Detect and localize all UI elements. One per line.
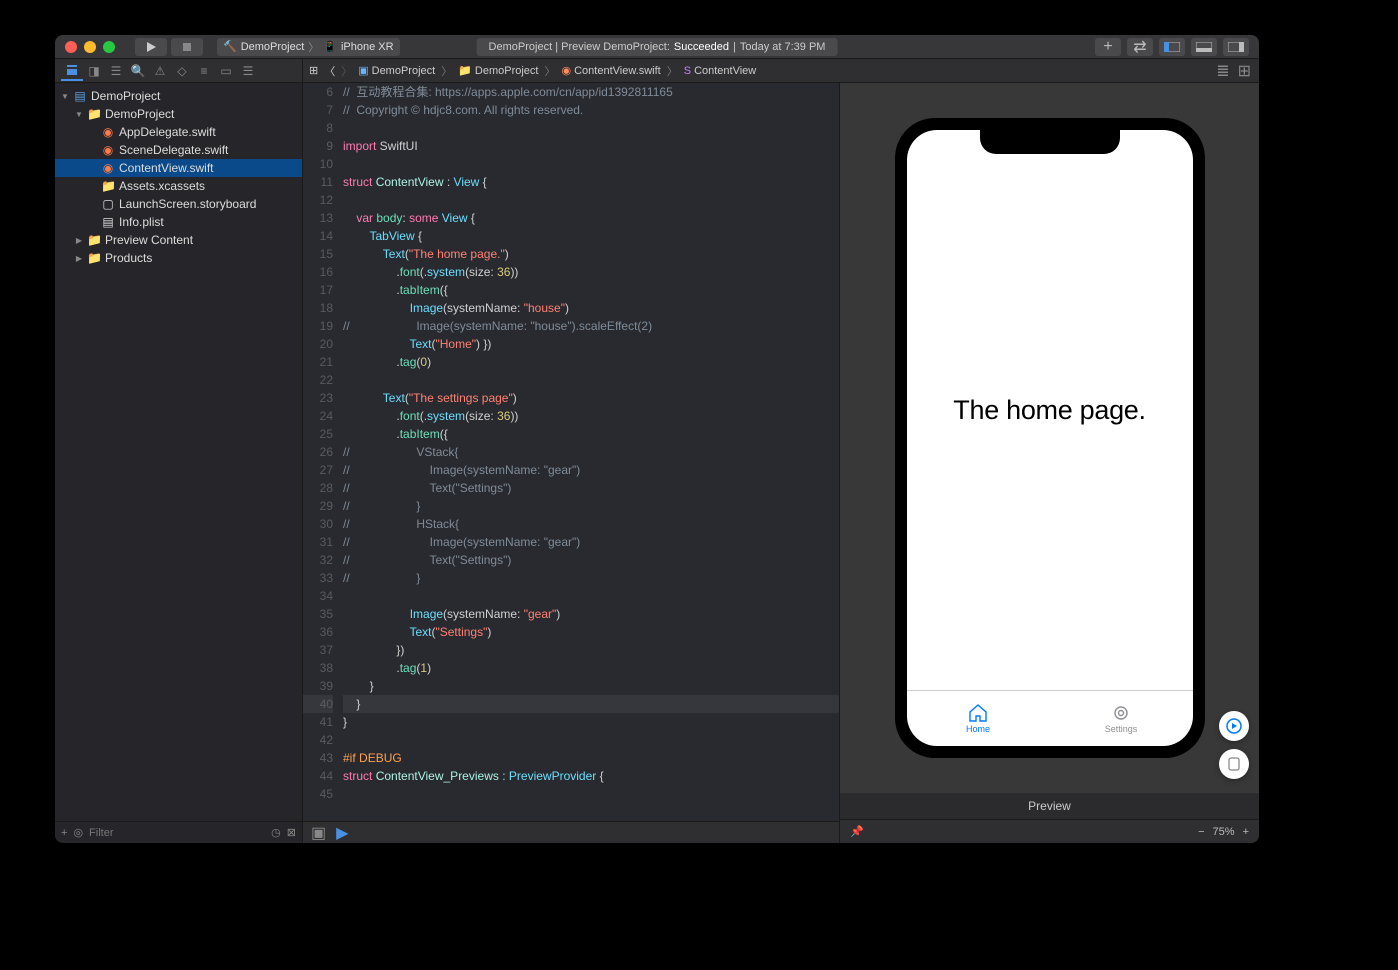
live-preview-button[interactable] <box>1219 711 1249 741</box>
navigator-tabs: ◨ ☰ 🔍 ⚠ ◇ ≡ ▭ ☰ <box>55 59 303 82</box>
status-sep: | <box>733 41 736 53</box>
project-navigator-tab[interactable] <box>61 61 83 81</box>
forward-button[interactable]: 〉 <box>341 63 352 79</box>
tree-item-appdelegate-swift[interactable]: ◉AppDelegate.swift <box>55 123 302 141</box>
plus-button[interactable]: + <box>1095 38 1121 56</box>
toggle-navigator-button[interactable] <box>1159 38 1185 56</box>
gear-icon <box>1112 704 1130 722</box>
activity-viewer[interactable]: DemoProject | Preview DemoProject: Succe… <box>477 38 838 56</box>
window-controls <box>65 41 115 53</box>
house-icon <box>968 704 988 722</box>
preview-label: Preview <box>840 793 1259 819</box>
device-screen: The home page. Home Settings <box>907 130 1193 746</box>
issue-navigator-tab[interactable]: ⚠ <box>149 61 171 81</box>
toggle-inspectors-button[interactable] <box>1223 38 1249 56</box>
close-button[interactable] <box>65 41 77 53</box>
filter-scope-icon[interactable]: ◎ <box>73 826 83 839</box>
titlebar: 🔨 DemoProject 〉 📱 iPhone XR DemoProject … <box>55 35 1259 59</box>
tree-item-scenedelegate-swift[interactable]: ◉SceneDelegate.swift <box>55 141 302 159</box>
xcode-window: 🔨 DemoProject 〉 📱 iPhone XR DemoProject … <box>55 35 1259 843</box>
crumb-3[interactable]: SContentView <box>684 65 757 77</box>
navigator-filter-bar: + ◎ ◷ ⊠ <box>55 821 302 843</box>
code-review-button[interactable]: ⇄ <box>1127 38 1153 56</box>
line-gutter: 6789101112131415161718192021222324252627… <box>303 83 343 821</box>
jump-bar[interactable]: ⊞ 〈 〉 ▣DemoProject 〉 📁DemoProject 〉 ◉Con… <box>303 59 1205 82</box>
debug-navigator-tab[interactable]: ≡ <box>193 61 215 81</box>
tab-settings-label: Settings <box>1105 724 1138 734</box>
filter-input[interactable] <box>89 827 265 839</box>
tree-item-assets-xcassets[interactable]: 📁Assets.xcassets <box>55 177 302 195</box>
scm-filter-icon[interactable]: ⊠ <box>287 826 296 839</box>
project-navigator: ▼▤DemoProject▼📁DemoProject◉AppDelegate.s… <box>55 83 303 843</box>
status-time: Today at 7:39 PM <box>740 41 826 53</box>
code-lines[interactable]: // 互动教程合集: https://apps.apple.com/cn/app… <box>343 83 839 821</box>
toggle-debug-button[interactable] <box>1191 38 1217 56</box>
related-items-icon[interactable]: ⊞ <box>309 64 318 77</box>
toggle-debug-area-icon[interactable]: ▣ <box>311 823 326 843</box>
tab-bar-row: ◨ ☰ 🔍 ⚠ ◇ ≡ ▭ ☰ ⊞ 〈 〉 ▣DemoProject 〉 📁De… <box>55 59 1259 83</box>
crumb-2[interactable]: ◉ContentView.swift <box>561 64 660 77</box>
content-text: The home page. <box>953 395 1145 426</box>
tree-item-demoproject[interactable]: ▼▤DemoProject <box>55 87 302 105</box>
tree-item-info-plist[interactable]: ▤Info.plist <box>55 213 302 231</box>
preview-toolbar: 📌 − 75% + <box>840 819 1259 843</box>
tree-item-preview-content[interactable]: ▶📁Preview Content <box>55 231 302 249</box>
minimize-button[interactable] <box>84 41 96 53</box>
zoom-in-button[interactable]: + <box>1243 826 1249 838</box>
source-editor: 6789101112131415161718192021222324252627… <box>303 83 839 843</box>
tab-bar: Home Settings <box>907 690 1193 746</box>
preview-float-buttons <box>1219 711 1249 779</box>
scheme-device: iPhone XR <box>341 41 394 53</box>
phone-content: The home page. <box>907 130 1193 690</box>
crumb-1[interactable]: 📁DemoProject <box>458 64 538 77</box>
tab-home-label: Home <box>966 724 990 734</box>
breakpoint-toggle-icon[interactable]: ▶ <box>336 823 348 843</box>
source-control-tab[interactable]: ◨ <box>83 61 105 81</box>
stop-button[interactable] <box>171 38 203 56</box>
crumb-0[interactable]: ▣DemoProject <box>358 64 435 77</box>
file-tree[interactable]: ▼▤DemoProject▼📁DemoProject◉AppDelegate.s… <box>55 83 302 821</box>
status-prefix: DemoProject | Preview DemoProject: <box>489 41 670 53</box>
find-navigator-tab[interactable]: 🔍 <box>127 61 149 81</box>
preview-canvas[interactable]: The home page. Home Settings <box>840 83 1259 793</box>
tree-item-contentview-swift[interactable]: ◉ContentView.swift <box>55 159 302 177</box>
fullscreen-button[interactable] <box>103 41 115 53</box>
code-area[interactable]: 6789101112131415161718192021222324252627… <box>303 83 839 821</box>
breakpoint-navigator-tab[interactable]: ▭ <box>215 61 237 81</box>
run-button[interactable] <box>135 38 167 56</box>
add-editor-icon[interactable]: ⊞ <box>1238 61 1251 81</box>
main-body: ▼▤DemoProject▼📁DemoProject◉AppDelegate.s… <box>55 83 1259 843</box>
zoom-out-button[interactable]: − <box>1198 826 1204 838</box>
tree-item-launchscreen-storyboard[interactable]: ▢LaunchScreen.storyboard <box>55 195 302 213</box>
debug-bar: ▣ ▶ <box>303 821 839 843</box>
tab-home[interactable]: Home <box>907 691 1050 746</box>
scheme-app: DemoProject <box>241 41 305 53</box>
pin-preview-icon[interactable]: 📌 <box>850 825 864 838</box>
tab-settings[interactable]: Settings <box>1050 691 1193 746</box>
app-icon: 🔨 <box>223 40 237 53</box>
tree-item-products[interactable]: ▶📁Products <box>55 249 302 267</box>
recent-filter-icon[interactable]: ◷ <box>271 826 281 839</box>
back-button[interactable]: 〈 <box>324 63 335 79</box>
zoom-level: 75% <box>1213 826 1235 838</box>
tree-item-demoproject[interactable]: ▼📁DemoProject <box>55 105 302 123</box>
device-frame: The home page. Home Settings <box>895 118 1205 758</box>
add-target-icon[interactable]: + <box>61 827 67 839</box>
scheme-selector[interactable]: 🔨 DemoProject 〉 📱 iPhone XR <box>217 38 400 56</box>
notch <box>980 130 1120 154</box>
symbol-navigator-tab[interactable]: ☰ <box>105 61 127 81</box>
device-icon: 📱 <box>323 40 337 53</box>
device-settings-button[interactable] <box>1219 749 1249 779</box>
scheme-separator: 〉 <box>308 39 319 55</box>
status-result: Succeeded <box>674 41 729 53</box>
adjust-editor-icon[interactable]: ≣ <box>1216 61 1229 81</box>
test-navigator-tab[interactable]: ◇ <box>171 61 193 81</box>
report-navigator-tab[interactable]: ☰ <box>237 61 259 81</box>
preview-panel: The home page. Home Settings <box>839 83 1259 843</box>
